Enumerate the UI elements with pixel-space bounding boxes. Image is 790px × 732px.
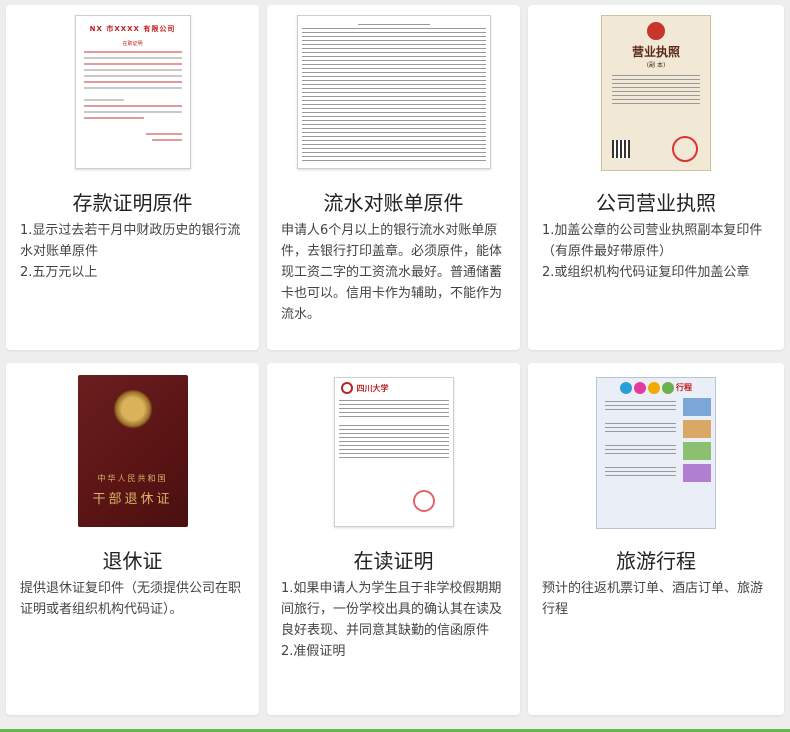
thumb-line2: 干部退休证 xyxy=(92,492,173,507)
thumb-header: 四川大学 xyxy=(356,383,389,393)
desc-line: 提供退休证复印件（无须提供公司在职证明或者组织机构代码证）。 xyxy=(20,581,242,617)
card-description: 1.如果申请人为学生且于非学校假期期间旅行，一份学校出具的确认其在读及良好表现、… xyxy=(281,578,510,662)
bank-statement-thumbnail xyxy=(296,15,491,169)
thumb-subheader: 在职证明 xyxy=(122,41,143,47)
card-description: 1.加盖公章的公司营业执照副本复印件（有原件最好带原件） 2.或组织机构代码证复… xyxy=(542,220,774,283)
thumb-line1: 中华人民共和国 xyxy=(97,474,168,483)
desc-line: 申请人6个月以上的银行流水对账单原件，去银行打印盖章。必须原件，能体现工资二字的… xyxy=(281,223,503,322)
thumb-subheader: (副 本) xyxy=(646,62,666,69)
photo-placeholder xyxy=(683,442,711,460)
seal-icon xyxy=(412,490,435,512)
card-title: 存款证明原件 xyxy=(72,191,193,215)
photo-placeholder xyxy=(683,464,711,482)
deposit-proof-thumbnail: NX 市XXXX 有限公司 在职证明 xyxy=(74,15,191,169)
thumb-header: 行程 xyxy=(676,383,692,392)
card-title: 公司营业执照 xyxy=(596,191,716,215)
card-deposit-proof: NX 市XXXX 有限公司 在职证明 存款证明原件 1.显示过去若干月中财政历史… xyxy=(6,5,259,350)
desc-line: 2.五万元以上 xyxy=(20,265,98,280)
card-description: 预计的往返机票订单、酒店订单、旅游行程 xyxy=(542,578,774,620)
desc-line: 2.或组织机构代码证复印件加盖公章 xyxy=(542,265,750,280)
travel-itinerary-thumbnail: 行程 xyxy=(596,377,716,529)
card-title: 流水对账单原件 xyxy=(323,191,464,215)
retirement-certificate-thumbnail: 中华人民共和国 干部退休证 xyxy=(77,375,188,527)
seal-icon xyxy=(672,136,698,162)
card-description: 申请人6个月以上的银行流水对账单原件，去银行打印盖章。必须原件，能体现工资二字的… xyxy=(281,220,510,325)
desc-line: 预计的往返机票订单、酒店订单、旅游行程 xyxy=(542,581,764,617)
badge-icon xyxy=(648,382,660,394)
card-business-license: 营业执照 (副 本) 公司营业执照 1.加盖公章的公司营业执照副本复印件（有原件… xyxy=(528,5,784,350)
card-retirement-certificate: 中华人民共和国 干部退休证 退休证 提供退休证复印件（无须提供公司在职证明或者组… xyxy=(6,363,259,715)
badge-icon xyxy=(634,382,646,394)
card-title: 旅游行程 xyxy=(616,549,696,573)
desc-line: 1.如果申请人为学生且于非学校假期期间旅行，一份学校出具的确认其在读及良好表现、… xyxy=(281,581,503,638)
card-enrollment-proof: 四川大学 在读证明 1.如果申请人为学生且于非学校假期期间旅行，一份学校出具的确… xyxy=(267,363,520,715)
desc-line: 2.准假证明 xyxy=(281,644,346,659)
card-title: 在读证明 xyxy=(353,549,434,573)
qr-code-icon xyxy=(612,140,630,158)
desc-line: 1.加盖公章的公司营业执照副本复印件（有原件最好带原件） xyxy=(542,223,763,259)
photo-placeholder xyxy=(683,398,711,416)
card-description: 提供退休证复印件（无须提供公司在职证明或者组织机构代码证）。 xyxy=(20,578,249,620)
card-title: 退休证 xyxy=(102,549,163,573)
badge-icon xyxy=(662,382,674,394)
desc-line: 1.显示过去若干月中财政历史的银行流水对账单原件 xyxy=(20,223,241,259)
emblem-icon xyxy=(647,22,665,40)
business-license-thumbnail: 营业执照 (副 本) xyxy=(601,15,711,171)
university-logo-icon xyxy=(340,382,353,394)
badge-icon xyxy=(620,382,632,394)
photo-placeholder xyxy=(683,420,711,438)
card-bank-statement: 流水对账单原件 申请人6个月以上的银行流水对账单原件，去银行打印盖章。必须原件，… xyxy=(267,5,520,350)
card-description: 1.显示过去若干月中财政历史的银行流水对账单原件 2.五万元以上 xyxy=(20,220,249,283)
enrollment-proof-thumbnail: 四川大学 xyxy=(333,377,454,527)
thumb-header: 营业执照 xyxy=(631,45,680,59)
national-emblem-icon xyxy=(112,389,153,429)
thumb-header: NX 市XXXX 有限公司 xyxy=(89,25,176,33)
card-travel-itinerary: 行程 旅游行程 预计的往返机票订单、酒店订单、旅游行程 xyxy=(528,363,784,715)
